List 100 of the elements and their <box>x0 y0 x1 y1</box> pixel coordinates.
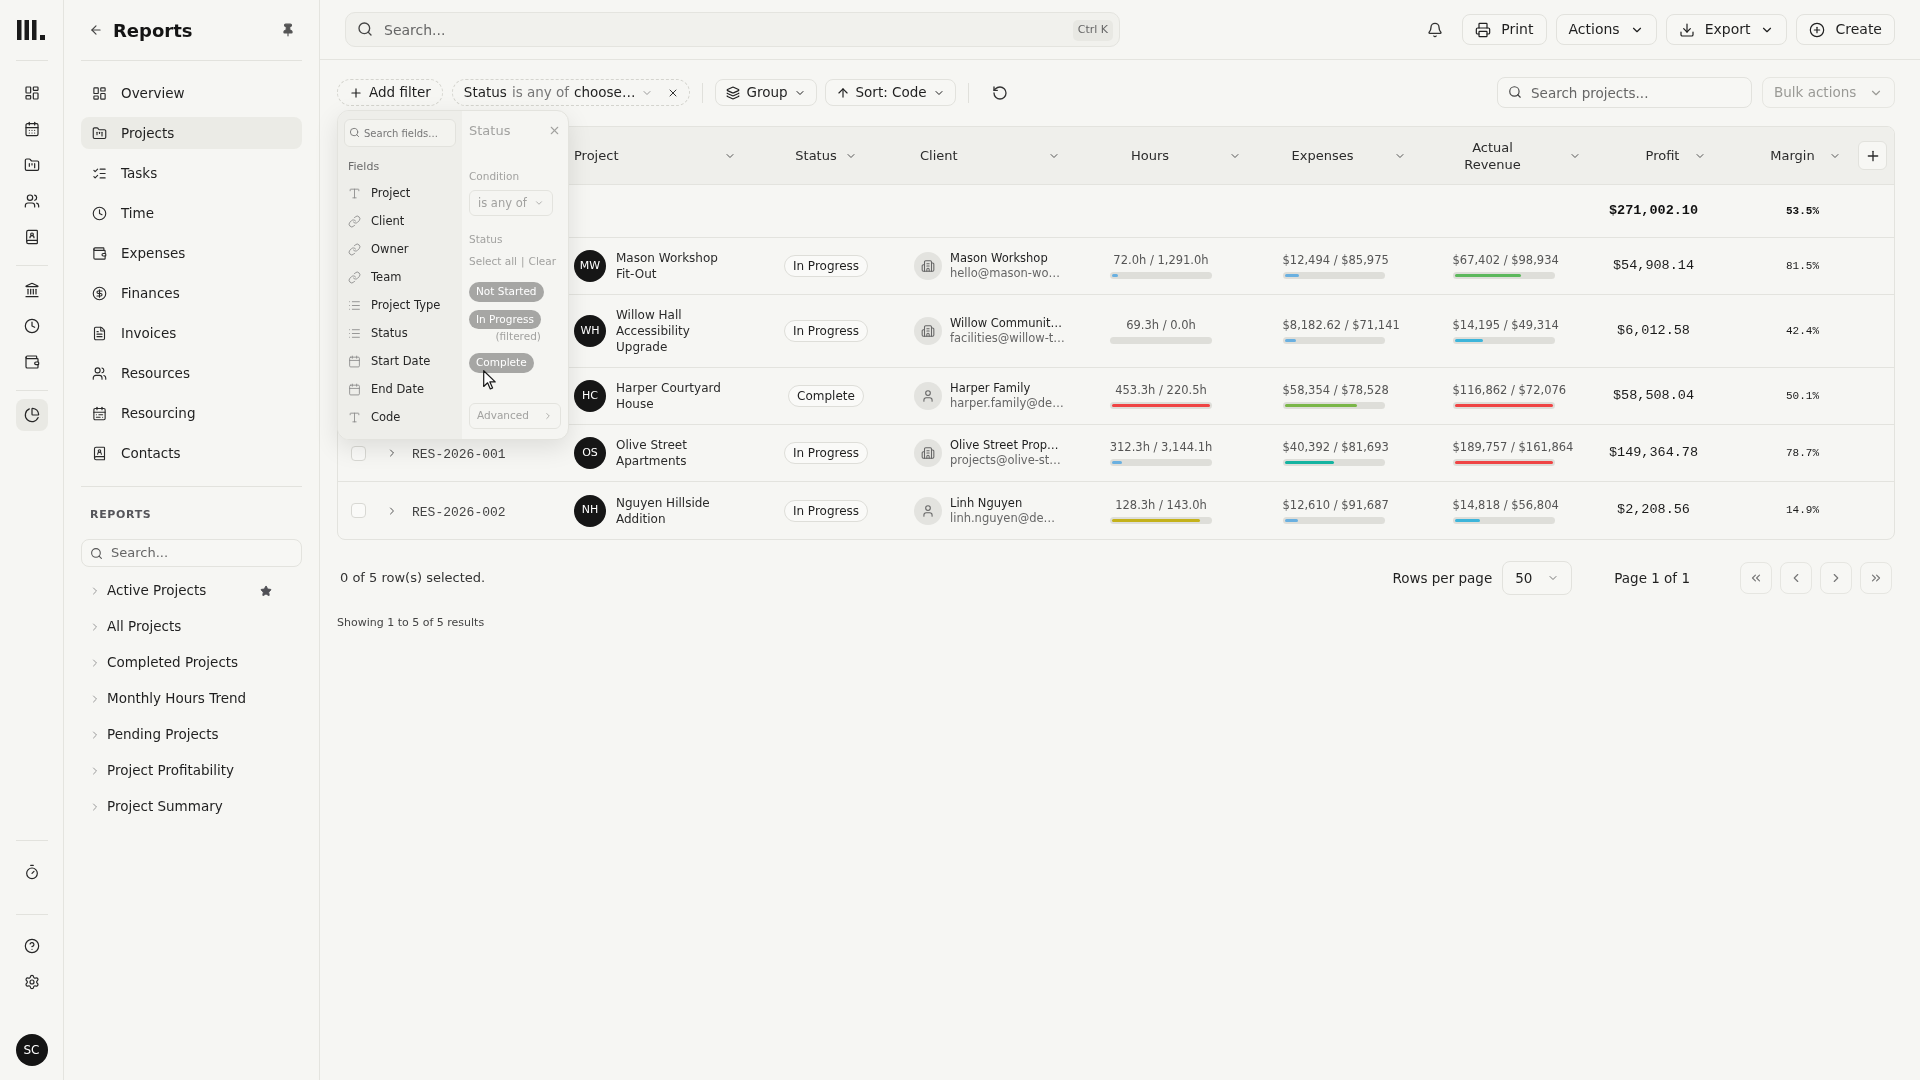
margin-value: 50.1% <box>1786 388 1819 404</box>
user-avatar[interactable]: SC <box>15 1034 48 1066</box>
group-button[interactable]: Group <box>715 79 817 106</box>
list-icon <box>348 327 361 340</box>
nav-item[interactable]: Overview <box>81 77 302 109</box>
column-header[interactable]: Hours <box>1130 147 1170 164</box>
profit-value: $54,908.14 <box>1613 256 1694 275</box>
field-option[interactable]: Status <box>344 319 456 348</box>
column-header[interactable]: Profit <box>1645 147 1680 164</box>
profit-value: $149,364.78 <box>1608 443 1699 462</box>
margin-value: 14.9% <box>1786 503 1819 519</box>
arrow-up-icon <box>835 85 850 100</box>
clock-icon <box>92 205 107 221</box>
create-button[interactable]: Create <box>1796 14 1895 45</box>
column-header[interactable]: Expenses <box>1291 147 1354 164</box>
link-separator: | <box>521 254 525 270</box>
bank-icon[interactable] <box>23 282 40 298</box>
nav-item[interactable]: Invoices <box>81 317 302 349</box>
report-search-field[interactable]: Search... <box>81 538 302 567</box>
add-column-button[interactable] <box>1858 141 1887 170</box>
field-option[interactable]: Client <box>344 207 456 236</box>
pie-chart-icon[interactable] <box>15 399 48 431</box>
field-search[interactable]: Search fields... <box>344 119 456 147</box>
export-button[interactable]: Export <box>1665 14 1788 45</box>
dashboard-icon[interactable] <box>23 85 40 101</box>
search-icon <box>357 21 373 37</box>
nav-item[interactable]: Contacts <box>81 437 302 469</box>
pin-icon[interactable] <box>281 23 295 37</box>
margin-value: 42.4% <box>1786 323 1819 339</box>
wallet-icon[interactable] <box>23 354 40 370</box>
field-option[interactable]: Team <box>344 263 456 292</box>
chevrons-left-icon <box>1749 571 1763 585</box>
star-icon[interactable] <box>260 584 272 597</box>
report-item[interactable]: Completed Projects <box>81 652 239 673</box>
expenses-reading: $58,354 / $78,528 <box>1282 383 1389 398</box>
margin-value: 78.7% <box>1786 445 1819 461</box>
report-item[interactable]: All Projects <box>81 616 182 637</box>
plus-icon <box>349 85 363 100</box>
field-option[interactable]: Code <box>344 403 456 432</box>
field-option[interactable]: Project <box>344 179 456 208</box>
nav-item[interactable]: Projects <box>81 117 302 149</box>
rotate-left-icon[interactable] <box>991 84 1008 101</box>
nav-item[interactable]: Finances <box>81 277 302 309</box>
hours-reading: 69.3h / 0.0h <box>1126 318 1196 333</box>
rows-per-page-select[interactable]: 50 <box>1502 561 1573 595</box>
nav-item[interactable]: Tasks <box>81 157 302 189</box>
report-item[interactable]: Monthly Hours Trend <box>81 688 247 709</box>
project-name: Nguyen Hillside Addition <box>616 494 711 527</box>
project-search-field[interactable]: Search projects... <box>1497 77 1752 108</box>
total-margin: 53.5% <box>1786 203 1819 219</box>
calendar-icon[interactable] <box>23 121 40 137</box>
users-icon[interactable] <box>23 193 40 209</box>
expenses-reading: $40,392 / $81,693 <box>1282 440 1389 455</box>
total-profit: $271,002.10 <box>1608 201 1699 220</box>
nav-item[interactable]: Resources <box>81 357 302 389</box>
nav-item[interactable]: Expenses <box>81 237 302 269</box>
column-header[interactable]: Client <box>920 145 958 166</box>
dollar-circle-icon <box>92 285 107 301</box>
revenue-reading: $14,818 / $56,804 <box>1452 497 1559 513</box>
folder-icon[interactable] <box>23 157 40 173</box>
row-checkbox[interactable] <box>350 503 366 518</box>
field-option[interactable]: Project Type <box>344 291 456 320</box>
help-icon[interactable] <box>23 938 40 954</box>
page-indicator: Page 1 of 1 <box>1614 568 1690 588</box>
column-header[interactable]: Status <box>795 145 837 166</box>
bell-icon[interactable] <box>1427 21 1444 38</box>
building-icon <box>914 252 942 280</box>
field-option[interactable]: Owner <box>344 235 456 264</box>
report-item[interactable]: Project Summary <box>81 796 223 817</box>
nav-item[interactable]: Time <box>81 197 302 229</box>
row-checkbox[interactable] <box>350 445 366 461</box>
column-header[interactable]: Actual Revenue <box>1456 138 1529 173</box>
logo-icon[interactable] <box>17 20 46 40</box>
first-page-button[interactable] <box>1740 562 1772 594</box>
calendar-icon <box>348 355 361 368</box>
chevrons-right-icon <box>1869 571 1883 585</box>
timer-icon[interactable] <box>23 864 40 880</box>
report-item[interactable]: Project Profitability <box>81 760 235 781</box>
field-option[interactable]: Start Date <box>344 347 456 376</box>
actions-button[interactable]: Actions <box>1555 14 1657 45</box>
print-button[interactable]: Print <box>1462 14 1547 45</box>
settings-icon[interactable] <box>23 974 40 990</box>
clock-icon[interactable] <box>23 318 40 334</box>
project-avatar: MW <box>574 250 606 282</box>
contact-book-icon[interactable] <box>23 229 40 245</box>
sort-button[interactable]: Sort: Code <box>824 79 956 106</box>
client-email: linh.nguyen@de… <box>950 510 1056 526</box>
status-badge: In Progress <box>783 499 869 522</box>
status-badge: In Progress <box>783 255 869 277</box>
column-header[interactable]: Project <box>574 145 619 166</box>
filter-value: choose… <box>574 83 636 103</box>
client-name: Willow Communit… <box>950 316 1063 331</box>
revenue-reading: $14,195 / $49,314 <box>1452 318 1559 333</box>
hours-reading: 72.0h / 1,291.0h <box>1113 253 1209 268</box>
nav-item[interactable]: Resourcing <box>81 397 302 429</box>
report-item[interactable]: Pending Projects <box>81 724 219 745</box>
report-item[interactable]: Active Projects <box>81 580 207 601</box>
project-code: RES-2026-001 <box>412 447 506 462</box>
field-option[interactable]: End Date <box>344 375 456 404</box>
column-header[interactable]: Margin <box>1770 147 1815 164</box>
